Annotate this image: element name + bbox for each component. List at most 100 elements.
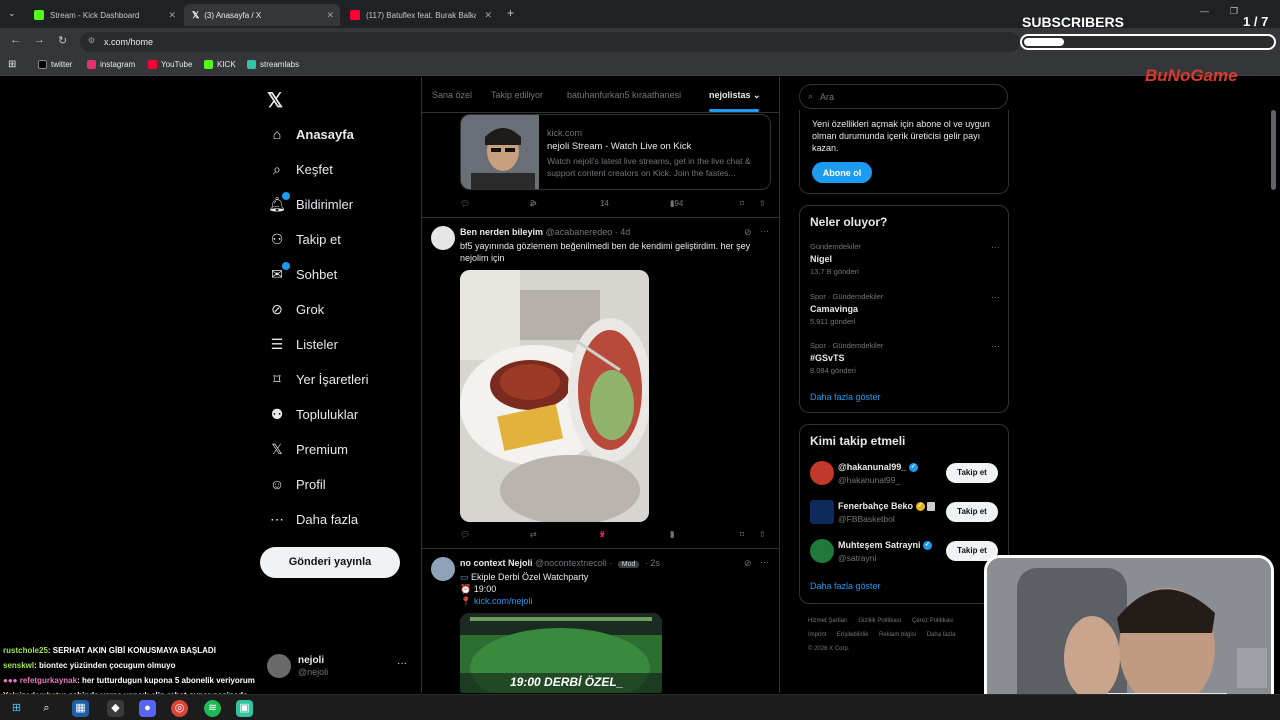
new-tab-icon[interactable]: + xyxy=(507,6,514,20)
footer-link[interactable]: Erişilebilirlik xyxy=(837,632,868,638)
tab-list-batuhanfurkan5[interactable]: batuhanfurkan5 kıraathanesi xyxy=(567,90,681,100)
sidebar-item-listeler[interactable]: ☰ Listeler xyxy=(268,332,338,356)
follow-suggestion[interactable]: Fenerbahçe Beko ✓ @FBBasketbol Takip et xyxy=(810,500,1000,526)
windows-start-icon[interactable]: ⊞ xyxy=(8,700,25,717)
discord-icon[interactable]: ● xyxy=(139,700,156,717)
tweet-image[interactable]: 19:00 DERBİ ÖZEL_ xyxy=(460,613,662,693)
close-icon[interactable]: ✕ xyxy=(484,10,492,21)
search-icon[interactable]: ⌕ xyxy=(38,700,55,717)
tab-x-home[interactable]: 𝕏 (3) Anasayfa / X ✕ xyxy=(184,4,340,26)
post-button[interactable]: Gönderi yayınla xyxy=(260,547,400,578)
bookmark-twitter[interactable]: twitter xyxy=(38,60,72,69)
search-input[interactable]: ⌕ Ara xyxy=(799,84,1008,109)
task-view-icon[interactable]: ▦ xyxy=(72,700,89,717)
streamlabs-icon[interactable]: ▣ xyxy=(236,700,253,717)
sidebar-item-bildirimler[interactable]: 🔔︎ Bildirimler xyxy=(268,191,353,216)
bookmark-streamlabs[interactable]: streamlabs xyxy=(247,60,299,69)
avatar[interactable] xyxy=(431,557,455,581)
footer-link[interactable]: Hizmet Şartları xyxy=(808,618,848,624)
tweet-line: 📍︎ kick.com/nejoli xyxy=(460,595,765,607)
more-icon[interactable]: ··· xyxy=(991,341,1000,351)
trend-item[interactable]: Gündemdekiler Nigel 13,7 B gönderi ··· xyxy=(810,242,1000,276)
follow-suggestion[interactable]: Muhteşem Satrayni ✓ @satrayni Takip et xyxy=(810,539,1000,565)
sidebar-item-topluluklar[interactable]: ⚉ Topluluklar xyxy=(268,402,358,426)
minimize-icon[interactable]: — xyxy=(1200,6,1209,16)
tab-following[interactable]: Takip ediliyor xyxy=(491,90,543,100)
subscribe-button[interactable]: Abone ol xyxy=(812,162,872,183)
share-icon[interactable]: ⇧ xyxy=(759,530,766,539)
author-handle[interactable]: @nocontextnecoli · xyxy=(535,558,612,568)
site-info-icon[interactable]: ⚙ xyxy=(88,36,95,45)
close-icon[interactable]: ✕ xyxy=(326,10,334,21)
tab-for-you[interactable]: Sana özel xyxy=(432,90,472,100)
search-icon: ⌕ xyxy=(808,91,814,101)
sidebar-item-keşfet[interactable]: ⌕ Keşfet xyxy=(268,157,333,181)
page-scrollbar[interactable] xyxy=(1271,110,1276,190)
bookmark-icon[interactable]: ⌑ xyxy=(740,530,744,539)
follow-suggestion[interactable]: @hakanunal99_ ✓ @hakanunal99_ Takip et xyxy=(810,461,1000,487)
avatar[interactable] xyxy=(431,226,455,250)
reload-icon[interactable]: ↻ xyxy=(58,34,67,47)
more-icon[interactable]: ··· xyxy=(397,658,407,669)
share-icon[interactable]: ⇧ xyxy=(759,199,766,208)
sidebar-item-profil[interactable]: ☺ Profil xyxy=(268,472,326,496)
sidebar-item-premium[interactable]: 𝕏 Premium xyxy=(268,437,348,461)
bookmark-instagram[interactable]: instagram xyxy=(87,60,135,69)
author-name[interactable]: no context Nejoli xyxy=(460,558,533,568)
sidebar-item-sohbet[interactable]: ✉ Sohbet xyxy=(268,261,337,286)
reply-icon[interactable]: 💬︎ xyxy=(460,530,470,539)
more-icon[interactable]: ··· xyxy=(760,557,769,567)
spotify-icon[interactable]: ≋ xyxy=(204,700,221,717)
bookmark-kick[interactable]: KICK xyxy=(204,60,236,69)
author-handle[interactable]: @acabaneredeo · 4d xyxy=(546,227,631,237)
footer-link[interactable]: Imprint xyxy=(808,632,826,638)
copyright: © 2026 X Corp. xyxy=(808,646,850,652)
bookmark-icon[interactable]: ⌑ xyxy=(740,199,744,208)
more-icon[interactable]: ··· xyxy=(991,292,1000,302)
footer-link[interactable]: Daha fazla xyxy=(927,632,956,638)
close-icon[interactable]: ✕ xyxy=(168,10,176,21)
tab-list-chevron-icon[interactable]: ⌄ xyxy=(8,8,16,19)
chrome-icon[interactable]: ◎ xyxy=(171,700,188,717)
show-more-trends-link[interactable]: Daha fazla göster xyxy=(810,392,881,402)
tweet-link[interactable]: kick.com/nejoli xyxy=(474,596,533,606)
url-field[interactable]: ⚙ x.com/home xyxy=(80,32,1020,52)
app-icon[interactable]: ◆ xyxy=(107,700,124,717)
sidebar-item-yer-i-şaretleri[interactable]: ⌑ Yer İşaretleri xyxy=(268,367,368,391)
stream-chat-overlay: rustchole25: SERHAT AKIN GİBİ KONUSMAYA … xyxy=(3,628,293,703)
retweet-icon[interactable]: ⇄ xyxy=(530,530,537,539)
reply-icon[interactable]: 💬︎ xyxy=(460,199,470,208)
footer-link[interactable]: Gizlilik Politikası xyxy=(858,618,901,624)
sidebar-item-daha-fazla[interactable]: ⋯ Daha fazla xyxy=(268,507,358,531)
follow-button[interactable]: Takip et xyxy=(946,502,998,522)
tab-kick-dashboard[interactable]: Stream - Kick Dashboard ✕ xyxy=(26,4,182,26)
grok-icon[interactable]: ⊘ xyxy=(744,558,752,569)
follow-button[interactable]: Takip et xyxy=(946,463,998,483)
show-more-follow-link[interactable]: Daha fazla göster xyxy=(810,581,881,591)
trend-item[interactable]: Spor · Gündemdekiler #GSvTS 8.084 gönder… xyxy=(810,341,1000,375)
x-logo-icon[interactable]: 𝕏 xyxy=(267,88,283,113)
more-icon[interactable]: ··· xyxy=(760,226,769,236)
bookmark-label: KICK xyxy=(217,60,236,69)
tweet-image[interactable] xyxy=(460,270,649,522)
footer-link[interactable]: Çerez Politikası xyxy=(912,618,954,624)
back-icon[interactable]: ← xyxy=(10,34,21,46)
link-card[interactable]: kick.com nejoli Stream - Watch Live on K… xyxy=(460,114,771,190)
bookmark-youtube[interactable]: YouTube xyxy=(148,60,192,69)
forward-icon[interactable]: → xyxy=(34,34,45,46)
sidebar-item-grok[interactable]: ⊘ Grok xyxy=(268,297,324,321)
tab-youtube[interactable]: (117) Batuflex feat. Burak Balka ✕ xyxy=(342,4,498,26)
maximize-icon[interactable]: ❐ xyxy=(1230,6,1238,17)
footer-link[interactable]: Reklam bilgisi xyxy=(879,632,916,638)
more-icon[interactable]: ··· xyxy=(991,242,1000,252)
tweet-time[interactable]: · 2s xyxy=(645,558,660,568)
apps-grid-icon[interactable]: ⊞ xyxy=(8,59,16,70)
grok-icon[interactable]: ⊘ xyxy=(744,227,752,238)
author-name[interactable]: Ben nerden bileyim xyxy=(460,227,543,237)
tab-list-nejolistas[interactable]: nejolistas ⌄ xyxy=(709,90,761,101)
x-icon: 𝕏 xyxy=(271,440,283,457)
sidebar-item-anasayfa[interactable]: ⌂ Anasayfa xyxy=(268,122,354,146)
bookmark-label: YouTube xyxy=(161,60,193,69)
trend-item[interactable]: Spor · Gündemdekiler Camavinga 5.911 gön… xyxy=(810,292,1000,326)
sidebar-item-takip-et[interactable]: ⚇ Takip et xyxy=(268,227,341,251)
